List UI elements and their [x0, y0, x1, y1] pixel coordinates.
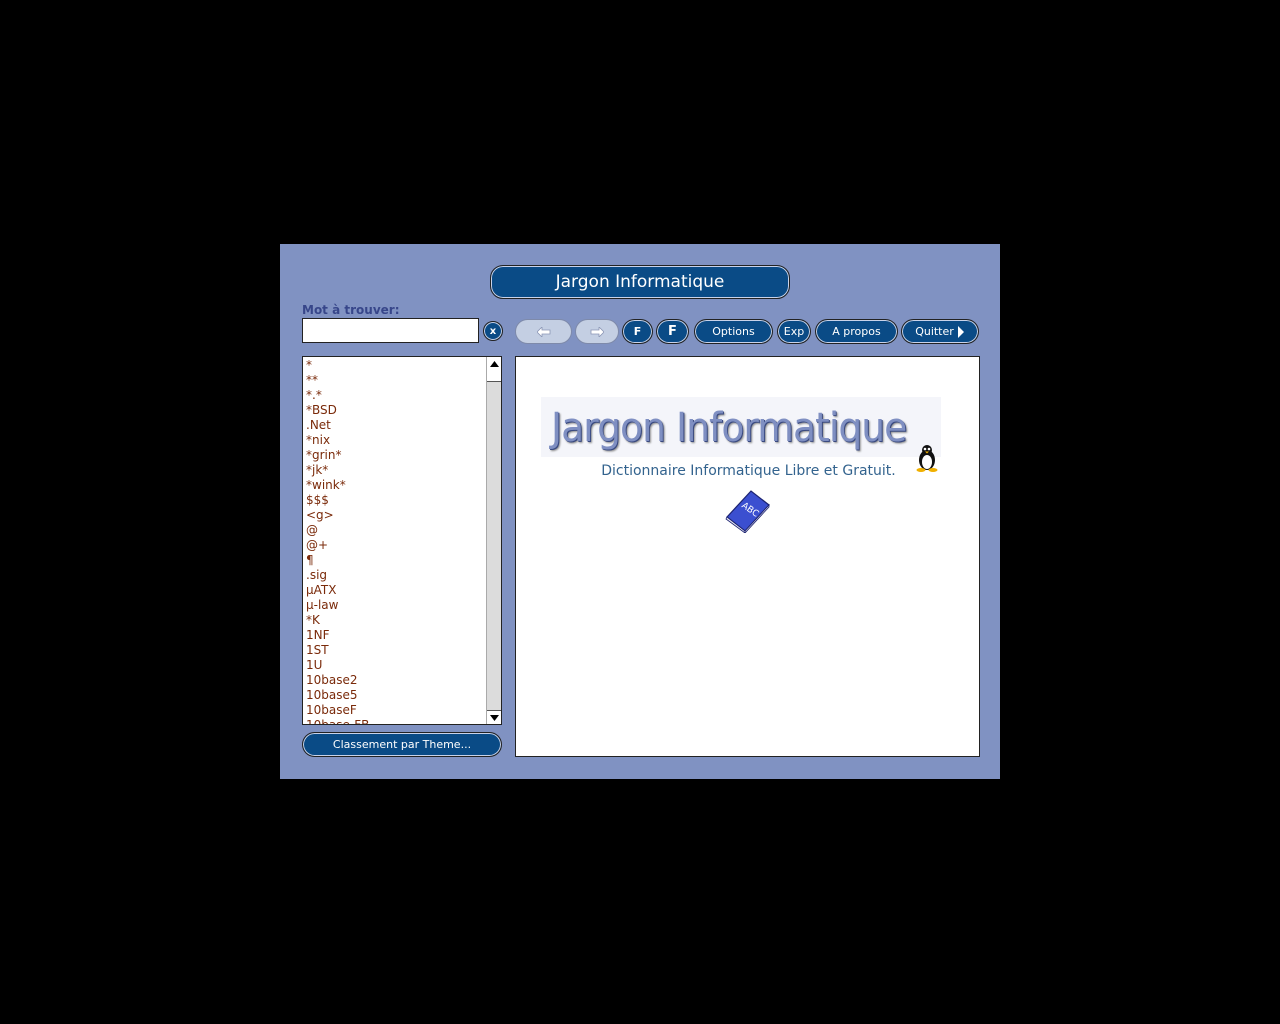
word-list-item[interactable]: 10baseF: [306, 703, 369, 718]
arrow-down-icon: [489, 714, 499, 721]
theme-button-label: Classement par Theme...: [332, 738, 472, 751]
scroll-thumb[interactable]: [487, 370, 501, 382]
clear-search-button[interactable]: x: [483, 321, 503, 341]
about-label: A propos: [832, 325, 881, 338]
search-input[interactable]: [302, 318, 479, 343]
word-list-item[interactable]: <g>: [306, 508, 369, 523]
exp-button[interactable]: Exp: [777, 319, 811, 344]
app-title: Jargon Informatique: [555, 272, 725, 292]
word-list-scrollbar[interactable]: [486, 357, 501, 724]
word-list-item[interactable]: ¶: [306, 553, 369, 568]
word-list-item[interactable]: *: [306, 358, 369, 373]
word-items: * ** *.* *BSD .Net *nix *grin* *jk* *wink* $$$ <g>…: [306, 358, 369, 724]
arrow-left-icon: [536, 326, 550, 337]
exp-label: Exp: [783, 325, 805, 338]
word-list-item[interactable]: .sig: [306, 568, 369, 583]
font-larger-button[interactable]: F: [656, 319, 689, 344]
penguin-icon: [916, 445, 938, 472]
word-list-item[interactable]: @: [306, 523, 369, 538]
word-list-item[interactable]: *jk*: [306, 463, 369, 478]
options-label: Options: [712, 325, 755, 338]
quit-button[interactable]: Quitter: [901, 319, 979, 344]
word-list-item[interactable]: **: [306, 373, 369, 388]
back-button[interactable]: [515, 319, 572, 344]
about-button[interactable]: A propos: [815, 319, 898, 344]
word-list-item[interactable]: *BSD: [306, 403, 369, 418]
word-list-item[interactable]: *grin*: [306, 448, 369, 463]
word-list-item[interactable]: *wink*: [306, 478, 369, 493]
word-list-item[interactable]: $$$: [306, 493, 369, 508]
arrow-up-icon: [489, 360, 499, 367]
word-list-item[interactable]: *nix: [306, 433, 369, 448]
word-list-item[interactable]: *.*: [306, 388, 369, 403]
word-list-item[interactable]: 1U: [306, 658, 369, 673]
word-list-item[interactable]: .Net: [306, 418, 369, 433]
word-list-item[interactable]: 10base2: [306, 673, 369, 688]
banner-title: Jargon Informatique: [551, 405, 907, 451]
word-list-item[interactable]: *K: [306, 613, 369, 628]
word-list-item[interactable]: 1ST: [306, 643, 369, 658]
app-title-bar: Jargon Informatique: [490, 265, 790, 299]
word-list-item[interactable]: 10base5: [306, 688, 369, 703]
tagline: Dictionnaire Informatique Libre et Gratu…: [601, 463, 896, 479]
main-window: Jargon Informatique Mot à trouver: x F F…: [280, 244, 1000, 779]
forward-button[interactable]: [575, 319, 619, 344]
word-list-item[interactable]: µATX: [306, 583, 369, 598]
options-button[interactable]: Options: [694, 319, 773, 344]
search-label: Mot à trouver:: [302, 303, 400, 317]
arrow-right-icon: [590, 326, 604, 337]
book-icon: ABC: [725, 490, 770, 533]
word-list[interactable]: * ** *.* *BSD .Net *nix *grin* *jk* *wink* $$$ <g>…: [302, 356, 502, 725]
word-list-item[interactable]: µ-law: [306, 598, 369, 613]
quit-label: Quitter: [915, 325, 954, 338]
banner: Jargon Informatique: [541, 397, 941, 457]
scroll-up-button[interactable]: [487, 357, 501, 371]
theme-classification-button[interactable]: Classement par Theme...: [302, 732, 502, 757]
font-smaller-button[interactable]: F: [622, 319, 653, 344]
caret-right-icon: [957, 325, 964, 338]
font-larger-label: F: [668, 324, 677, 339]
scroll-down-button[interactable]: [487, 710, 501, 724]
word-list-item[interactable]: 1NF: [306, 628, 369, 643]
word-list-item[interactable]: 10base-FB: [306, 718, 369, 724]
word-list-item[interactable]: @+: [306, 538, 369, 553]
clear-label: x: [489, 325, 497, 337]
font-smaller-label: F: [633, 325, 642, 338]
content-pane: Jargon Informatique Dictionnaire Informa…: [515, 356, 980, 757]
